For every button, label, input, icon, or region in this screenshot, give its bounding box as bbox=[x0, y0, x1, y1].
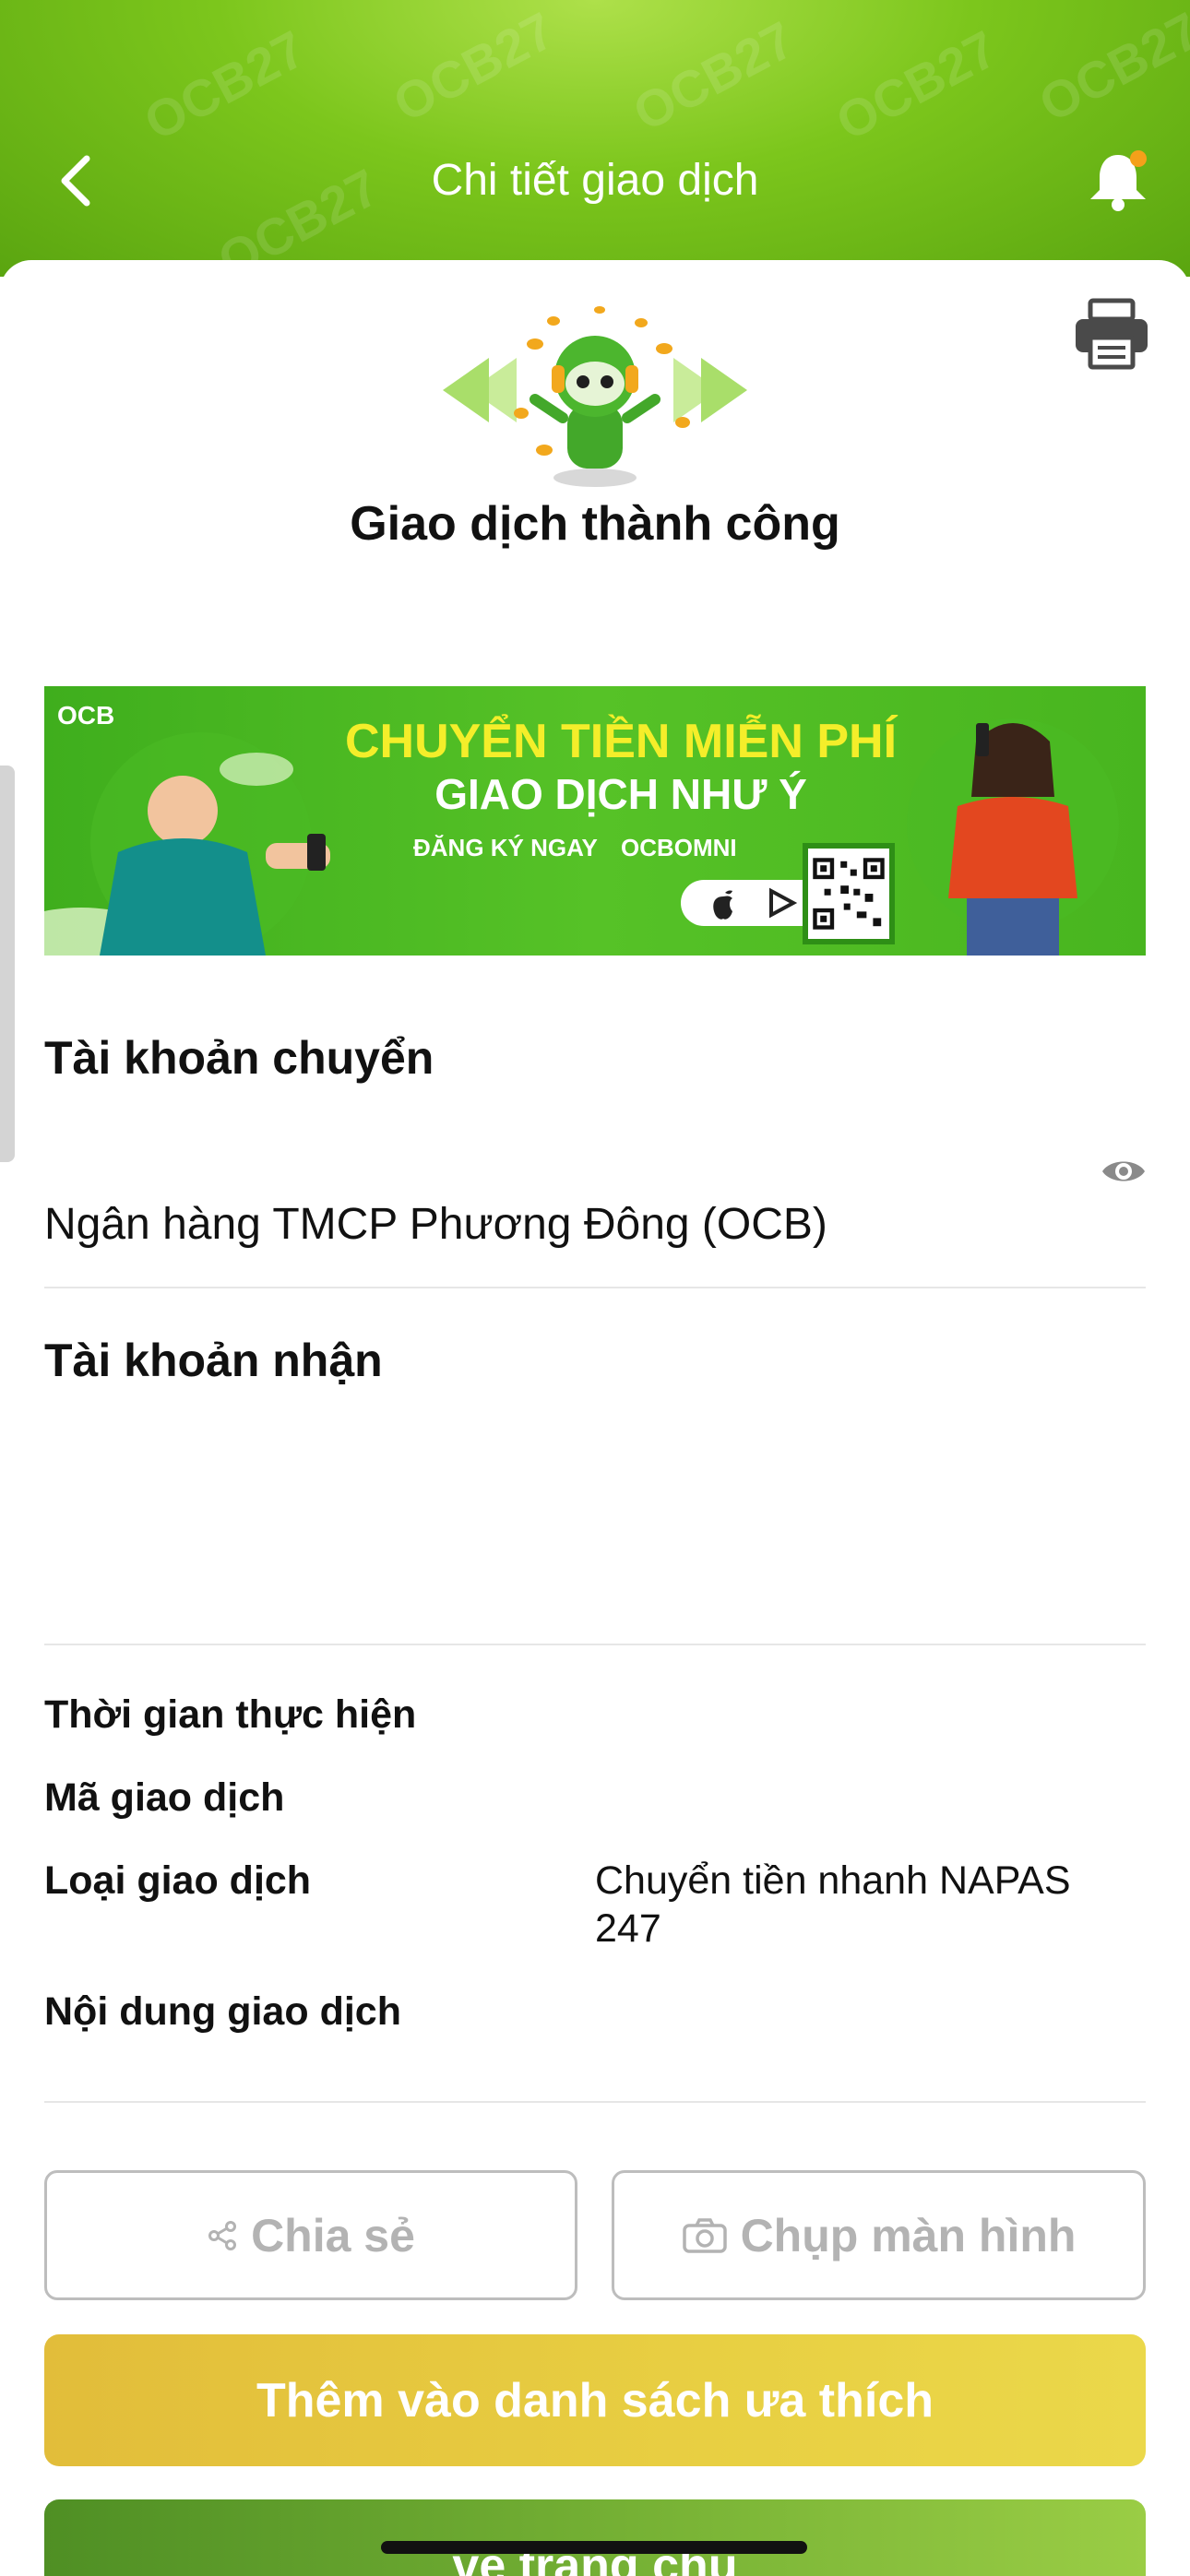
time-label: Thời gian thực hiện bbox=[44, 1692, 417, 1737]
toggle-visibility-button[interactable] bbox=[1100, 1153, 1148, 1190]
notification-button[interactable] bbox=[1081, 146, 1155, 220]
banner-cta: ĐĂNG KÝ NGAY bbox=[413, 834, 598, 861]
screenshot-button[interactable]: Chụp màn hình bbox=[612, 2170, 1146, 2300]
printer-icon bbox=[1076, 298, 1148, 370]
qr-code bbox=[803, 843, 895, 944]
camera-icon bbox=[682, 2217, 727, 2253]
add-to-favorites-label: Thêm vào danh sách ưa thích bbox=[256, 2373, 934, 2428]
banner-brand: OCBOMNI bbox=[621, 834, 737, 861]
share-icon bbox=[208, 2220, 237, 2250]
bell-icon bbox=[1090, 150, 1147, 211]
banner-subheadline: GIAO DỊCH NHƯ Ý bbox=[434, 770, 807, 818]
watermark: OCB27 bbox=[135, 18, 315, 152]
print-button[interactable] bbox=[1070, 297, 1153, 371]
transaction-type-value: Chuyển tiền nhanh NAPAS 247 bbox=[595, 1858, 1071, 1951]
home-indicator[interactable] bbox=[381, 2541, 807, 2554]
app-header: OCB27 OCB27 OCB27 OCB27 OCB27 OCB27 Chi … bbox=[0, 0, 1190, 277]
play-store-icon bbox=[769, 887, 798, 919]
eye-icon bbox=[1102, 1161, 1145, 1181]
divider bbox=[44, 2101, 1146, 2103]
mascot-illustration bbox=[443, 306, 747, 487]
transaction-code-label: Mã giao dịch bbox=[44, 1775, 285, 1820]
divider bbox=[44, 1644, 1146, 1645]
transaction-type-label: Loại giao dịch bbox=[44, 1858, 312, 1903]
add-to-favorites-button[interactable]: Thêm vào danh sách ưa thích bbox=[44, 2334, 1146, 2466]
share-button[interactable]: Chia sẻ bbox=[44, 2170, 577, 2300]
source-account-title: Tài khoản chuyển bbox=[44, 1032, 434, 1084]
screenshot-label: Chụp màn hình bbox=[740, 2209, 1077, 2261]
watermark: OCB27 bbox=[384, 0, 564, 134]
watermark: OCB27 bbox=[827, 18, 1006, 152]
destination-account-title: Tài khoản nhận bbox=[44, 1335, 383, 1386]
watermark: OCB27 bbox=[624, 9, 803, 143]
share-label: Chia sẻ bbox=[251, 2209, 415, 2261]
go-home-button[interactable]: về trang chủ bbox=[44, 2499, 1146, 2576]
promo-banner[interactable]: OCB CHUYỂN TIỀN MIỄN PHÍ GIAO DỊCH NHƯ Ý… bbox=[44, 686, 1146, 956]
status-title: Giao dịch thành công bbox=[350, 497, 840, 551]
banner-headline: CHUYỂN TIỀN MIỄN PHÍ bbox=[344, 715, 898, 768]
banner-logo: OCB bbox=[57, 701, 115, 730]
side-drawer-handle[interactable] bbox=[0, 766, 15, 1162]
apple-icon bbox=[713, 890, 732, 920]
divider bbox=[44, 1287, 1146, 1288]
page-title: Chi tiết giao dịch bbox=[431, 156, 759, 205]
transaction-content-label: Nội dung giao dịch bbox=[44, 1989, 401, 2034]
watermark: OCB27 bbox=[1029, 0, 1190, 134]
source-bank-name: Ngân hàng TMCP Phương Đông (OCB) bbox=[44, 1200, 827, 1249]
